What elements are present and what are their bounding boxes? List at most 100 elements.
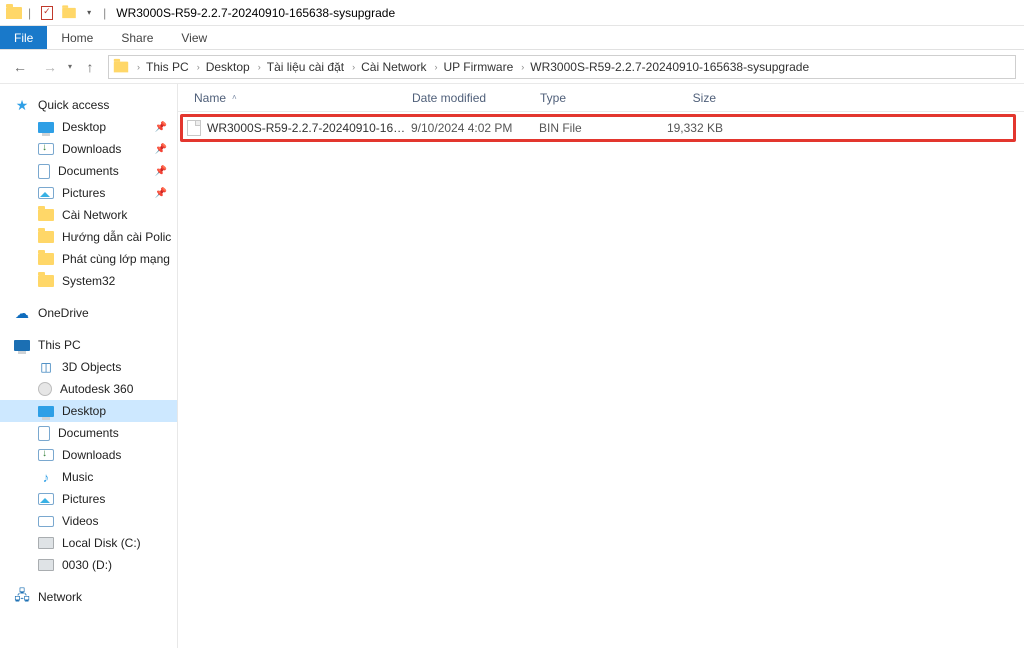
sidebar-item[interactable]: Pictures 📌 bbox=[0, 182, 177, 204]
cloud-icon: ☁ bbox=[14, 305, 30, 321]
breadcrumb-this-pc[interactable]: This PC bbox=[146, 60, 189, 74]
this-pc-label: This PC bbox=[38, 338, 81, 352]
videos-icon bbox=[38, 516, 54, 527]
quick-access-label: Quick access bbox=[38, 98, 109, 112]
forward-button[interactable]: → bbox=[38, 55, 62, 79]
onedrive-heading[interactable]: ☁ OneDrive bbox=[0, 302, 177, 324]
sidebar-item-label: Local Disk (C:) bbox=[62, 536, 141, 550]
share-tab[interactable]: Share bbox=[107, 26, 167, 49]
breadcrumb-folder[interactable]: Cài Network bbox=[361, 60, 426, 74]
home-tab[interactable]: Home bbox=[47, 26, 107, 49]
sidebar-item-label: Documents bbox=[58, 164, 119, 178]
file-size: 19,332 KB bbox=[651, 121, 739, 135]
disk-icon bbox=[38, 537, 54, 549]
column-headers: Name ˄ Date modified Type Size bbox=[178, 84, 1024, 112]
separator: | bbox=[99, 6, 110, 20]
music-icon: ♪ bbox=[38, 469, 54, 485]
sidebar-item-label: Downloads bbox=[62, 142, 121, 156]
col-size[interactable]: Size bbox=[644, 91, 732, 105]
sidebar-item-label: Cài Network bbox=[62, 208, 127, 222]
sidebar-item[interactable]: Autodesk 360 bbox=[0, 378, 177, 400]
desktop-icon bbox=[38, 406, 54, 417]
sidebar-item[interactable]: Desktop📌 bbox=[0, 116, 177, 138]
title-bar: | ▾ | WR3000S-R59-2.2.7-20240910-165638-… bbox=[0, 0, 1024, 26]
sidebar-item-label: System32 bbox=[62, 274, 115, 288]
sidebar-item[interactable]: Documents bbox=[0, 422, 177, 444]
breadcrumb-folder[interactable]: Tài liệu cài đặt bbox=[267, 60, 344, 74]
pictures-icon bbox=[38, 187, 54, 199]
sidebar-item[interactable]: ♪ Music bbox=[0, 466, 177, 488]
sidebar-item[interactable]: Desktop bbox=[0, 400, 177, 422]
quick-access-toolbar: | ▾ | bbox=[6, 3, 110, 23]
sort-indicator-icon: ˄ bbox=[232, 93, 237, 102]
back-button[interactable]: ← bbox=[8, 55, 32, 79]
downloads-icon bbox=[38, 449, 54, 461]
breadcrumb-folder[interactable]: UP Firmware bbox=[443, 60, 513, 74]
navigation-pane: ★ Quick access Desktop📌Downloads📌Documen… bbox=[0, 84, 178, 648]
sidebar-item[interactable]: Documents 📌 bbox=[0, 160, 177, 182]
properties-icon bbox=[41, 6, 53, 20]
sidebar-item-label: Hướng dẫn cài Polic bbox=[62, 230, 171, 244]
file-type: BIN File bbox=[539, 121, 651, 135]
pc-icon bbox=[14, 340, 30, 351]
sidebar-item-label: 0030 (D:) bbox=[62, 558, 112, 572]
file-name: WR3000S-R59-2.2.7-20240910-165638-sys... bbox=[207, 121, 411, 135]
chevron-right-icon: › bbox=[428, 62, 443, 72]
sidebar-item[interactable]: Pictures bbox=[0, 488, 177, 510]
sidebar-item[interactable]: Hướng dẫn cài Polic bbox=[0, 226, 177, 248]
address-bar[interactable]: ›This PC ›Desktop ›Tài liệu cài đặt ›Cài… bbox=[108, 55, 1016, 79]
sidebar-item[interactable]: Downloads bbox=[0, 444, 177, 466]
highlighted-annotation: WR3000S-R59-2.2.7-20240910-165638-sys...… bbox=[180, 114, 1016, 142]
up-button[interactable]: ↑ bbox=[78, 55, 102, 79]
view-tab[interactable]: View bbox=[167, 26, 221, 49]
main-area: ★ Quick access Desktop📌Downloads📌Documen… bbox=[0, 84, 1024, 648]
separator: | bbox=[24, 6, 35, 20]
properties-button[interactable] bbox=[37, 3, 57, 23]
sidebar-item-label: Videos bbox=[62, 514, 98, 528]
star-icon: ★ bbox=[14, 97, 30, 113]
sidebar-item-label: Desktop bbox=[62, 404, 106, 418]
file-tab[interactable]: File bbox=[0, 26, 47, 49]
col-type[interactable]: Type bbox=[532, 91, 644, 105]
breadcrumb-current[interactable]: WR3000S-R59-2.2.7-20240910-165638-sysupg… bbox=[530, 60, 809, 74]
qat-customize[interactable]: ▾ bbox=[81, 8, 97, 17]
this-pc-heading[interactable]: This PC bbox=[0, 334, 177, 356]
file-row[interactable]: WR3000S-R59-2.2.7-20240910-165638-sys...… bbox=[183, 117, 1013, 139]
chevron-right-icon: › bbox=[346, 62, 361, 72]
network-heading[interactable]: 🖧 Network bbox=[0, 586, 177, 608]
sidebar-item-label: Autodesk 360 bbox=[60, 382, 133, 396]
sidebar-item[interactable]: Local Disk (C:) bbox=[0, 532, 177, 554]
pin-icon: 📌 bbox=[155, 188, 167, 199]
sidebar-item-label: 3D Objects bbox=[62, 360, 121, 374]
col-name[interactable]: Name ˄ bbox=[186, 91, 404, 105]
folder-icon bbox=[62, 7, 76, 17]
folder-icon bbox=[38, 275, 54, 287]
sidebar-item-label: Desktop bbox=[62, 120, 106, 134]
pin-icon: 📌 bbox=[155, 144, 167, 155]
breadcrumb-desktop[interactable]: Desktop bbox=[206, 60, 250, 74]
sidebar-item-label: Pictures bbox=[62, 186, 105, 200]
sidebar-item[interactable]: ◫3D Objects bbox=[0, 356, 177, 378]
ribbon-tabs: File Home Share View bbox=[0, 26, 1024, 50]
new-folder-button[interactable] bbox=[59, 3, 79, 23]
pin-icon: 📌 bbox=[155, 166, 167, 177]
sidebar-item[interactable]: Phát cùng lớp mạng bbox=[0, 248, 177, 270]
sidebar-item[interactable]: 0030 (D:) bbox=[0, 554, 177, 576]
history-dropdown[interactable]: ▾ bbox=[68, 62, 72, 71]
sidebar-item[interactable]: Videos bbox=[0, 510, 177, 532]
folder-icon bbox=[38, 231, 54, 243]
sidebar-item-label: Downloads bbox=[62, 448, 121, 462]
chevron-right-icon: › bbox=[191, 62, 206, 72]
disk-icon bbox=[38, 559, 54, 571]
sidebar-item[interactable]: System32 bbox=[0, 270, 177, 292]
downloads-icon bbox=[38, 143, 54, 155]
sidebar-item[interactable]: Downloads 📌 bbox=[0, 138, 177, 160]
network-icon: 🖧 bbox=[14, 589, 30, 605]
folder-icon bbox=[38, 253, 54, 265]
col-date[interactable]: Date modified bbox=[404, 91, 532, 105]
folder-icon bbox=[114, 61, 128, 72]
folder-icon bbox=[6, 7, 22, 19]
quick-access-heading[interactable]: ★ Quick access bbox=[0, 94, 177, 116]
sidebar-item[interactable]: Cài Network bbox=[0, 204, 177, 226]
sidebar-item-label: Music bbox=[62, 470, 93, 484]
